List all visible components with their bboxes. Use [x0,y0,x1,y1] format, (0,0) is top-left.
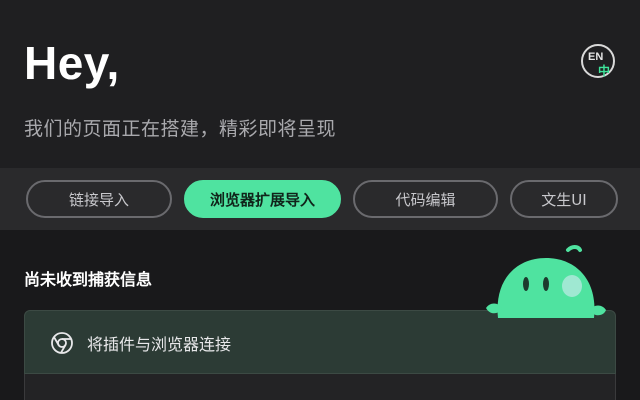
tab-link-import[interactable]: 链接导入 [26,180,172,218]
next-card-placeholder [24,374,616,400]
language-toggle-button[interactable]: EN 中 [581,44,615,78]
chrome-icon [51,332,73,354]
header: Hey, 我们的页面正在搭建，精彩即将呈现 EN 中 [0,0,640,168]
tab-browser-extension-import[interactable]: 浏览器扩展导入 [184,180,341,218]
page-subtitle: 我们的页面正在搭建，精彩即将呈现 [24,118,337,140]
tab-code-edit[interactable]: 代码编辑 [353,180,498,218]
tab-text-to-ui[interactable]: 文生UI [510,180,618,218]
import-tabs: 链接导入 浏览器扩展导入 代码编辑 文生UI [0,168,640,230]
green-blob-mascot [486,245,606,318]
greeting-title: Hey, [24,37,120,89]
connect-extension-label: 将插件与浏览器连接 [87,335,232,354]
language-zh-label: 中 [598,64,611,78]
empty-capture-title: 尚未收到捕获信息 [24,270,153,289]
